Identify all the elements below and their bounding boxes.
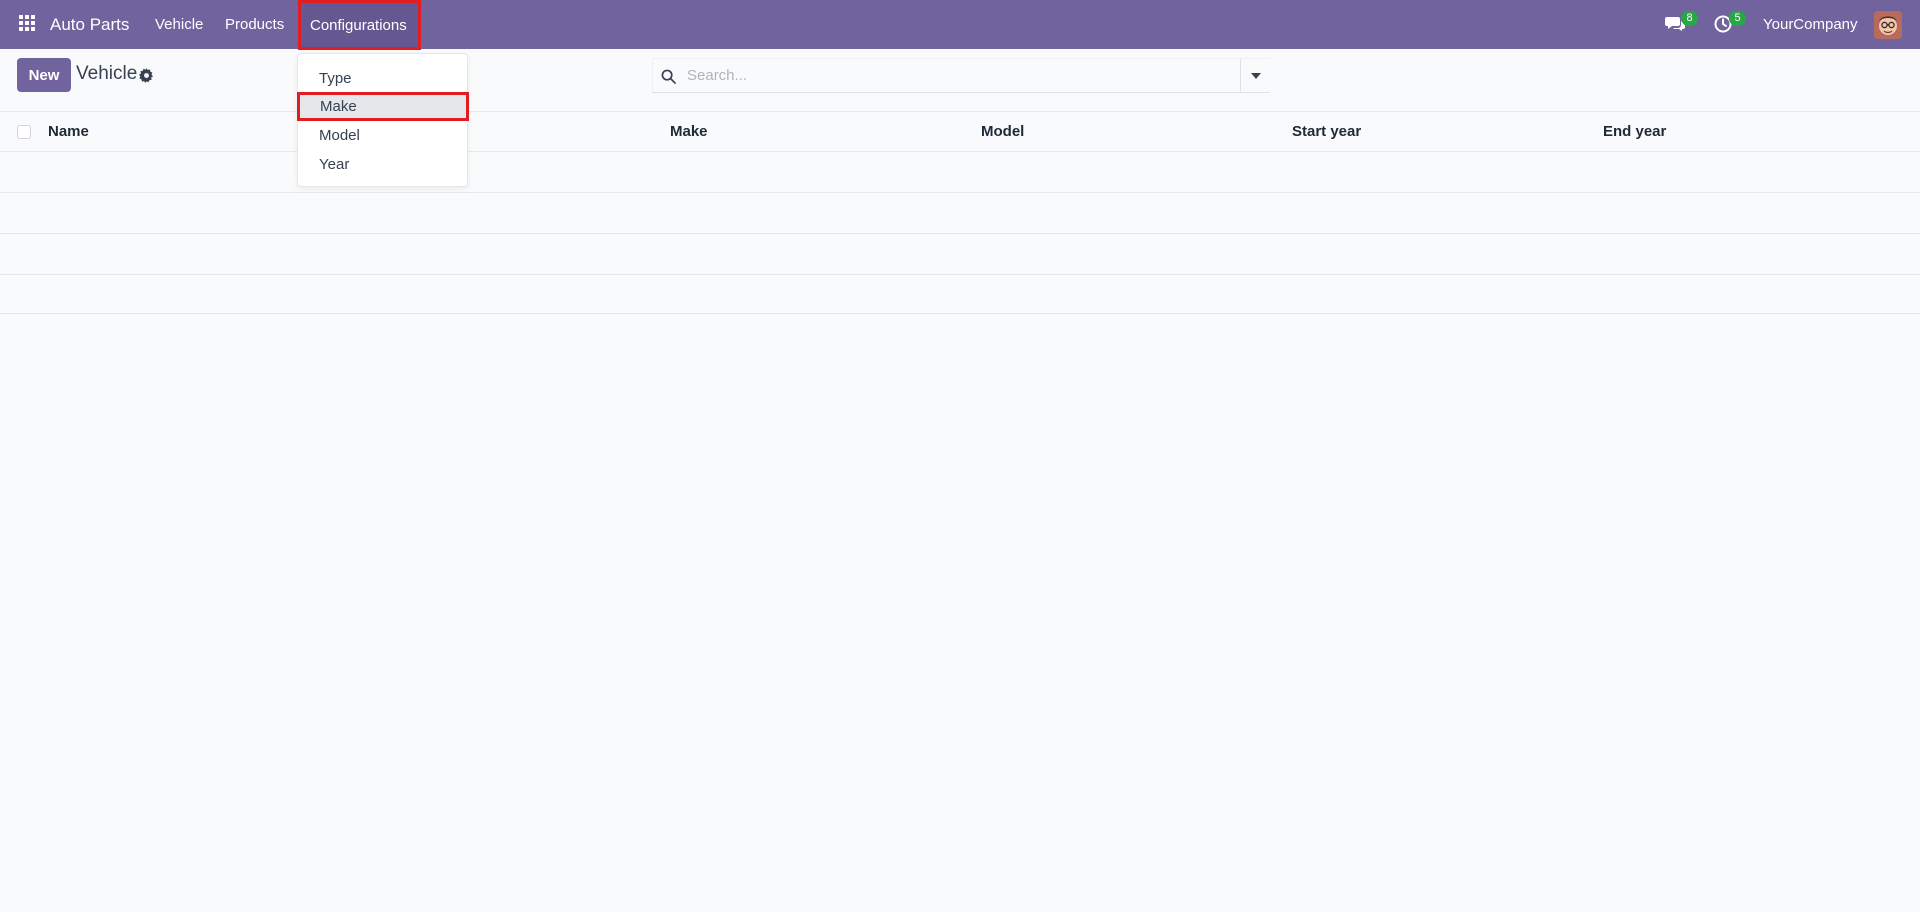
caret-down-icon[interactable] — [1240, 59, 1270, 92]
menu-configurations[interactable]: Configurations — [298, 0, 421, 50]
new-button[interactable]: New — [17, 58, 71, 92]
dropdown-item-model[interactable]: Model — [298, 121, 467, 150]
menu-vehicle[interactable]: Vehicle — [155, 0, 203, 49]
chat-badge: 8 — [1681, 11, 1698, 26]
configurations-dropdown: Type Make Model Year — [297, 53, 469, 187]
app-name[interactable]: Auto Parts — [50, 0, 129, 49]
empty-row — [0, 234, 1920, 275]
gear-icon[interactable] — [139, 68, 154, 83]
menu-products[interactable]: Products — [225, 0, 284, 49]
search-input[interactable] — [687, 59, 1227, 92]
search-bar — [652, 58, 1270, 93]
empty-row — [0, 152, 1920, 193]
dropdown-item-make[interactable]: Make — [297, 92, 469, 121]
column-start-year[interactable]: Start year — [1292, 112, 1361, 151]
company-switcher[interactable]: YourCompany — [1763, 0, 1858, 49]
column-name[interactable]: Name — [48, 112, 89, 151]
top-navbar: Auto Parts Vehicle Products Configuratio… — [0, 0, 1920, 50]
empty-row — [0, 273, 1920, 314]
apps-grid-icon[interactable] — [19, 15, 37, 33]
dropdown-item-type[interactable]: Type — [298, 64, 467, 93]
empty-row — [0, 193, 1920, 234]
column-end-year[interactable]: End year — [1603, 112, 1666, 151]
select-all-checkbox[interactable] — [17, 125, 31, 139]
user-avatar[interactable] — [1874, 11, 1902, 39]
column-make[interactable]: Make — [670, 112, 708, 151]
column-model[interactable]: Model — [981, 112, 1024, 151]
activity-badge: 5 — [1729, 11, 1746, 26]
page-title: Vehicle — [76, 63, 138, 84]
table-header: Name Make Model Start year End year — [0, 111, 1920, 152]
search-icon — [661, 69, 676, 84]
dropdown-item-year[interactable]: Year — [298, 150, 467, 179]
